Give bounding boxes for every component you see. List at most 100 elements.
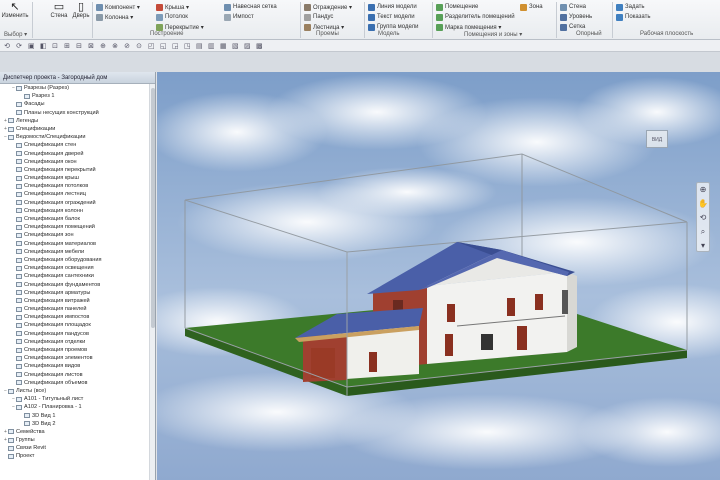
quick-access-icon[interactable]: ▥ — [208, 42, 215, 50]
shaft-button[interactable]: Стена — [560, 2, 586, 12]
navbar-tool-icon[interactable]: ⊕ — [697, 183, 709, 197]
browser-tree-item[interactable]: − А102 - Планировка - 1 — [0, 403, 155, 411]
modify-button[interactable]: ↖ Изменить — [1, 1, 28, 27]
roof-button[interactable]: Крыша ▾ — [156, 2, 189, 12]
show-plane-button[interactable]: Показать — [616, 12, 651, 22]
browser-tree-item[interactable]: + Легенды — [0, 117, 155, 125]
browser-tree-item[interactable]: − Листы (все) — [0, 387, 155, 395]
component-button[interactable]: Компонент ▾ — [96, 2, 140, 12]
quick-access-icon[interactable]: ⊟ — [76, 42, 82, 50]
browser-tree-item[interactable]: Фасады — [0, 100, 155, 108]
door-button[interactable]: ▯ Дверь — [70, 1, 92, 27]
browser-tree-item[interactable]: Спецификация стен — [0, 141, 155, 149]
navbar-tool-icon[interactable]: ⌕ — [697, 225, 709, 239]
browser-tree-item[interactable]: Спецификация сантехники — [0, 272, 155, 280]
mullion-button[interactable]: Импост — [224, 12, 254, 22]
panel-label-select[interactable]: Выбор ▾ — [4, 31, 27, 38]
model-line-button[interactable]: Линия модели — [368, 2, 417, 12]
quick-access-icon[interactable]: ◲ — [172, 42, 179, 50]
browser-tree-item[interactable]: Спецификация помещений — [0, 223, 155, 231]
browser-tree-item[interactable]: Спецификация мебели — [0, 248, 155, 256]
browser-tree-item[interactable]: Спецификация элементов — [0, 354, 155, 362]
browser-tree-item[interactable]: Разрез 1 — [0, 92, 155, 100]
room-separator-button[interactable]: Разделитель помещений — [436, 12, 515, 22]
level-button[interactable]: Уровень — [560, 12, 592, 22]
browser-tree-item[interactable]: − Ведомости/Спецификации — [0, 133, 155, 141]
quick-access-icon[interactable]: ⟳ — [16, 42, 22, 50]
curtain-grid-button[interactable]: Навесная сетка — [224, 2, 277, 12]
quick-access-icon[interactable]: ⟲ — [4, 42, 10, 50]
view-cube-face[interactable]: ВИД — [646, 130, 668, 148]
browser-tree-item[interactable]: Спецификация пандусов — [0, 330, 155, 338]
browser-tree-item[interactable]: Спецификация крыш — [0, 174, 155, 182]
browser-scrollbar[interactable] — [149, 84, 155, 480]
browser-tree-item[interactable]: Спецификация окон — [0, 158, 155, 166]
browser-tree-item[interactable]: Спецификация площадок — [0, 321, 155, 329]
browser-tree-item[interactable]: Связи Revit — [0, 444, 155, 452]
browser-tree-item[interactable]: Спецификация балок — [0, 215, 155, 223]
quick-access-icon[interactable]: ⊘ — [124, 42, 130, 50]
navbar-tool-icon[interactable]: ⟲ — [697, 211, 709, 225]
room-button[interactable]: Помещение — [436, 2, 478, 12]
quick-access-icon[interactable]: ⊗ — [112, 42, 118, 50]
quick-access-icon[interactable]: ◧ — [40, 42, 47, 50]
browser-tree-item[interactable]: − Разрезы (Разрез) — [0, 84, 155, 92]
browser-tree-item[interactable]: 3D Вид 2 — [0, 420, 155, 428]
browser-tree-item[interactable]: 3D Вид 1 — [0, 412, 155, 420]
browser-tree-item[interactable]: Спецификация импостов — [0, 313, 155, 321]
ramp-button[interactable]: Пандус — [304, 12, 333, 22]
ceiling-button[interactable]: Потолок — [156, 12, 188, 22]
browser-tree-item[interactable]: + Семейства — [0, 428, 155, 436]
browser-tree-item[interactable]: Спецификация арматуры — [0, 289, 155, 297]
navbar-tool-icon[interactable]: ✋ — [697, 197, 709, 211]
browser-tree-item[interactable]: Спецификация перекрытий — [0, 166, 155, 174]
browser-tree-item[interactable]: Спецификация материалов — [0, 240, 155, 248]
quick-access-icon[interactable]: ◱ — [160, 42, 167, 50]
set-plane-button[interactable]: Задать — [616, 2, 645, 12]
quick-access-icon[interactable]: ▤ — [196, 42, 203, 50]
quick-access-icon[interactable]: ⊠ — [88, 42, 94, 50]
browser-tree-item[interactable]: + Спецификации — [0, 125, 155, 133]
browser-tree-item[interactable]: Спецификация зон — [0, 231, 155, 239]
quick-access-icon[interactable]: ▦ — [220, 42, 227, 50]
wall-button[interactable]: ▭ Стена — [48, 1, 70, 27]
quick-access-icon[interactable]: ▧ — [232, 42, 239, 50]
quick-access-icon[interactable]: ⊞ — [64, 42, 70, 50]
browser-tree-item[interactable]: Спецификация освещения — [0, 264, 155, 272]
browser-tree-item[interactable]: Спецификация дверей — [0, 150, 155, 158]
quick-access-icon[interactable]: ◳ — [184, 42, 191, 50]
quick-access-icon[interactable]: ⊕ — [100, 42, 106, 50]
browser-tree-item[interactable]: Спецификация видов — [0, 362, 155, 370]
railing-button[interactable]: Ограждение ▾ — [304, 2, 352, 12]
panel-label-rooms[interactable]: Помещения и зоны ▾ — [464, 31, 522, 38]
area-button[interactable]: Зона — [520, 2, 543, 12]
quick-access-icon[interactable]: ▩ — [256, 42, 263, 50]
browser-tree-item[interactable]: − А101 - Титульный лист — [0, 395, 155, 403]
browser-tree-item[interactable]: Спецификация отделки — [0, 338, 155, 346]
quick-access-icon[interactable]: ▨ — [244, 42, 251, 50]
quick-access-icon[interactable]: ◰ — [148, 42, 155, 50]
navbar-tool-icon[interactable]: ▾ — [697, 239, 709, 253]
browser-tree-item[interactable]: Спецификация колонн — [0, 207, 155, 215]
browser-tree-item[interactable]: Спецификация панелей — [0, 305, 155, 313]
browser-tree-item[interactable]: Проект — [0, 452, 155, 460]
browser-tree-item[interactable]: Спецификация лестниц — [0, 190, 155, 198]
quick-access-icon[interactable]: ⊡ — [52, 42, 58, 50]
quick-access-icon[interactable]: ⊙ — [136, 42, 142, 50]
browser-tree-item[interactable]: Спецификация витражей — [0, 297, 155, 305]
model-text-button[interactable]: Текст модели — [368, 12, 415, 22]
quick-access-icon[interactable]: ▣ — [28, 42, 35, 50]
browser-tree-item[interactable]: Спецификация потолков — [0, 182, 155, 190]
browser-tree-item[interactable]: Спецификация объемов — [0, 379, 155, 387]
column-button[interactable]: Колонна ▾ — [96, 12, 133, 22]
browser-tree-item[interactable]: Спецификация листов — [0, 371, 155, 379]
browser-tree-item[interactable]: + Группы — [0, 436, 155, 444]
browser-tree-item[interactable]: Спецификация проемов — [0, 346, 155, 354]
browser-tree-item[interactable]: Спецификация ограждений — [0, 199, 155, 207]
3d-viewport[interactable]: ВИД ⊕ ✋ ⟲ ⌕ ▾ — [157, 72, 720, 480]
browser-tree-item[interactable]: Планы несущих конструкций — [0, 109, 155, 117]
view-cube[interactable]: ВИД — [640, 124, 674, 154]
browser-tree-item[interactable]: Спецификация оборудования — [0, 256, 155, 264]
browser-tree-item[interactable]: Спецификация фундаментов — [0, 281, 155, 289]
browser-scroll-thumb[interactable] — [151, 88, 155, 328]
